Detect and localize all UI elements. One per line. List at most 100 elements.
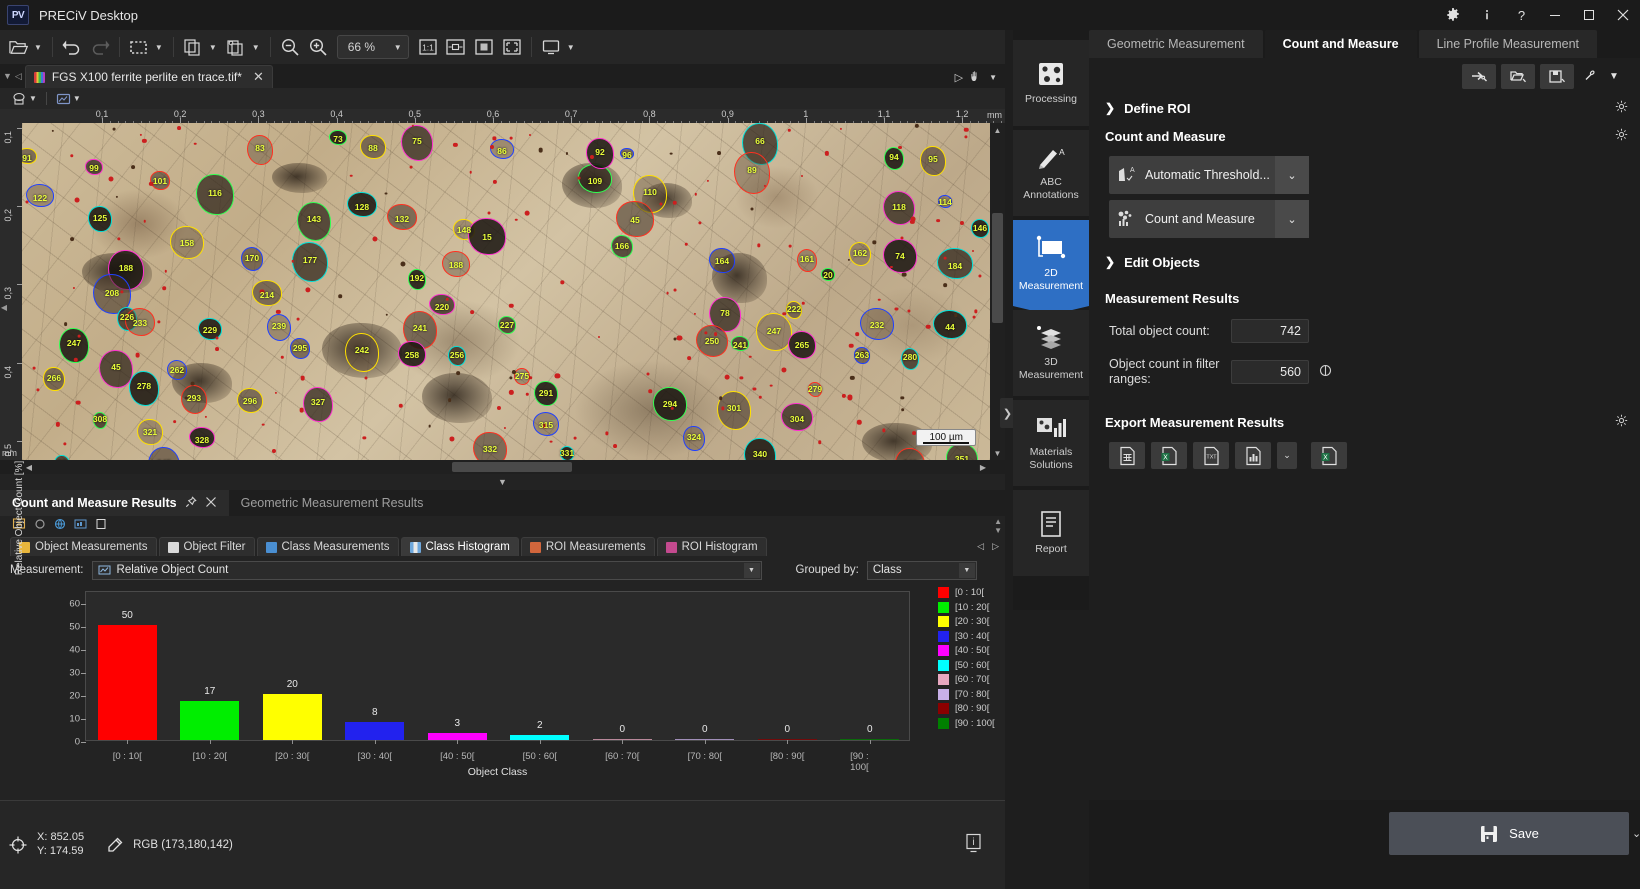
horizontal-scroll-thumb[interactable]: [452, 462, 572, 472]
subtab-prev-icon[interactable]: ◁: [977, 541, 984, 552]
edit-objects-section[interactable]: ❯ Edit Objects: [1089, 248, 1640, 276]
fit-page-icon[interactable]: [470, 33, 498, 61]
canvas-horizontal-scrollbar[interactable]: ◀ ▶: [22, 460, 990, 474]
tab-prev-icon[interactable]: ◁: [15, 71, 22, 82]
tab-line-profile-measurement[interactable]: Line Profile Measurement: [1419, 30, 1597, 58]
scroll-right-icon[interactable]: ▶: [976, 460, 990, 474]
copy-dropdown-caret[interactable]: ▼: [207, 33, 222, 61]
document-tab[interactable]: FGS X100 ferrite perlite en trace.tif* ✕: [25, 65, 273, 88]
count-measure-gear-icon[interactable]: [1615, 128, 1628, 144]
paste-icon[interactable]: [222, 33, 250, 61]
tab-next-icon[interactable]: ▷: [955, 71, 963, 84]
save-settings-button[interactable]: [1540, 64, 1574, 89]
status-info-button[interactable]: i: [964, 833, 1005, 858]
folder-open-icon[interactable]: [4, 33, 32, 61]
tab-scroll-controls[interactable]: ▼ ◁: [0, 64, 25, 88]
chart-legend-item[interactable]: [10 : 20[: [938, 602, 995, 613]
subtab-class-measurements[interactable]: Class Measurements: [257, 537, 399, 556]
copy-icon[interactable]: [179, 33, 207, 61]
chart-legend-item[interactable]: [20 : 30[: [938, 616, 995, 627]
subtab-class-histogram[interactable]: Class Histogram: [401, 537, 519, 556]
automatic-threshold-dropdown[interactable]: A Automatic Threshold... ⌄: [1109, 156, 1309, 194]
count-measure-dropdown-caret[interactable]: ⌄: [1275, 200, 1309, 238]
select-dropdown-caret[interactable]: ▼: [153, 33, 168, 61]
display-dropdown-caret[interactable]: ▼: [565, 33, 580, 61]
filter-count-info-icon[interactable]: [1319, 364, 1332, 380]
minimize-button[interactable]: [1538, 0, 1572, 30]
chart-bar[interactable]: [263, 694, 322, 740]
help-icon[interactable]: ?: [1504, 0, 1538, 30]
grouped-by-combo-caret[interactable]: ▼: [959, 563, 975, 578]
paste-dropdown-caret[interactable]: ▼: [250, 33, 265, 61]
rail-item-2d-measurement[interactable]: 2DMeasurement: [1013, 220, 1089, 306]
tab-count-and-measure[interactable]: Count and Measure: [1265, 30, 1417, 58]
rail-item-materials-solutions[interactable]: MaterialsSolutions: [1013, 400, 1089, 486]
chart-bar[interactable]: [345, 722, 404, 740]
maximize-button[interactable]: [1572, 0, 1606, 30]
scroll-up-icon[interactable]: ▲: [990, 123, 1005, 137]
redo-icon[interactable]: [86, 33, 114, 61]
chart-bar[interactable]: [180, 701, 239, 740]
subtab-object-measurements[interactable]: Object Measurements: [10, 537, 157, 556]
manage-settings-button[interactable]: [1579, 64, 1599, 89]
chart-legend-item[interactable]: [90 : 100[: [938, 718, 995, 729]
chart-legend-item[interactable]: [70 : 80[: [938, 689, 995, 700]
settings-gear-icon[interactable]: [1436, 0, 1470, 30]
results-chart-icon[interactable]: [74, 517, 87, 535]
chart-legend-item[interactable]: [60 : 70[: [938, 674, 995, 685]
one-to-one-icon[interactable]: 1:1: [414, 33, 442, 61]
threshold-dropdown-caret[interactable]: ⌄: [1275, 156, 1309, 194]
canvas-collapse-strip[interactable]: ▼: [0, 474, 1005, 490]
info-icon[interactable]: [1470, 0, 1504, 30]
document-tab-close-icon[interactable]: ✕: [253, 69, 264, 85]
chart-legend-item[interactable]: [50 : 60[: [938, 660, 995, 671]
tab-geometric-measurement[interactable]: Geometric Measurement: [1089, 30, 1263, 58]
export-excel-button[interactable]: X: [1151, 442, 1187, 469]
undo-icon[interactable]: [58, 33, 86, 61]
chart-legend-item[interactable]: [80 : 90[: [938, 703, 995, 714]
zoom-in-icon[interactable]: [304, 33, 332, 61]
zoom-level-combo[interactable]: 66 % ▼: [337, 35, 409, 59]
chart-bar[interactable]: [98, 625, 157, 740]
pan-hand-icon[interactable]: [969, 69, 983, 86]
chart-bar[interactable]: [428, 733, 487, 740]
subtab-roi-measurements[interactable]: ROI Measurements: [521, 537, 655, 556]
tab-list-caret-icon[interactable]: ▼: [3, 71, 12, 81]
zoom-out-icon[interactable]: [276, 33, 304, 61]
export-txt-button[interactable]: TXT: [1193, 442, 1229, 469]
results-settings-icon[interactable]: [34, 517, 46, 535]
rail-item-report[interactable]: Report: [1013, 490, 1089, 576]
marquee-select-icon[interactable]: [125, 33, 153, 61]
results-globe-icon[interactable]: [54, 517, 66, 535]
grouped-by-combo[interactable]: Class ▼: [867, 561, 977, 580]
image-adjust-icon[interactable]: ▼: [56, 90, 81, 107]
subtab-next-icon[interactable]: ▷: [992, 541, 999, 552]
subtab-roi-histogram[interactable]: ROI Histogram: [657, 537, 767, 556]
fit-width-icon[interactable]: [442, 33, 470, 61]
measurement-combo[interactable]: Relative Object Count ▼: [92, 561, 762, 580]
open-dropdown-caret[interactable]: ▼: [32, 33, 47, 61]
tab-geometric-measurement-results[interactable]: Geometric Measurement Results: [229, 490, 436, 516]
export-gear-icon[interactable]: [1615, 414, 1628, 430]
left-panel-expander[interactable]: ◀: [0, 299, 8, 315]
pin-icon[interactable]: [185, 496, 197, 511]
export-chart-button[interactable]: [1235, 442, 1271, 469]
results-close-icon[interactable]: [205, 496, 217, 511]
monitor-display-icon[interactable]: [537, 33, 565, 61]
load-settings-button[interactable]: [1462, 64, 1496, 89]
zoom-level-caret[interactable]: ▼: [386, 33, 404, 61]
fullscreen-icon[interactable]: [498, 33, 526, 61]
results-copy-icon[interactable]: [95, 517, 107, 535]
measurement-combo-caret[interactable]: ▼: [744, 563, 760, 578]
define-roi-section[interactable]: ❯ Define ROI: [1089, 94, 1640, 122]
export-chart-caret[interactable]: ⌄: [1277, 442, 1297, 469]
chart-legend-item[interactable]: [0 : 10[: [938, 587, 995, 598]
scroll-down-icon[interactable]: ▼: [990, 446, 1005, 460]
pan-dropdown-caret[interactable]: ▼: [989, 73, 997, 82]
tab-count-and-measure-results[interactable]: Count and Measure Results: [0, 490, 229, 516]
export-table-button[interactable]: [1109, 442, 1145, 469]
define-roi-gear-icon[interactable]: [1615, 100, 1628, 116]
chart-legend-item[interactable]: [40 : 50[: [938, 645, 995, 656]
rail-item-3d-measurement[interactable]: 3DMeasurement: [1013, 310, 1089, 396]
rail-item-processing[interactable]: Processing: [1013, 40, 1089, 126]
